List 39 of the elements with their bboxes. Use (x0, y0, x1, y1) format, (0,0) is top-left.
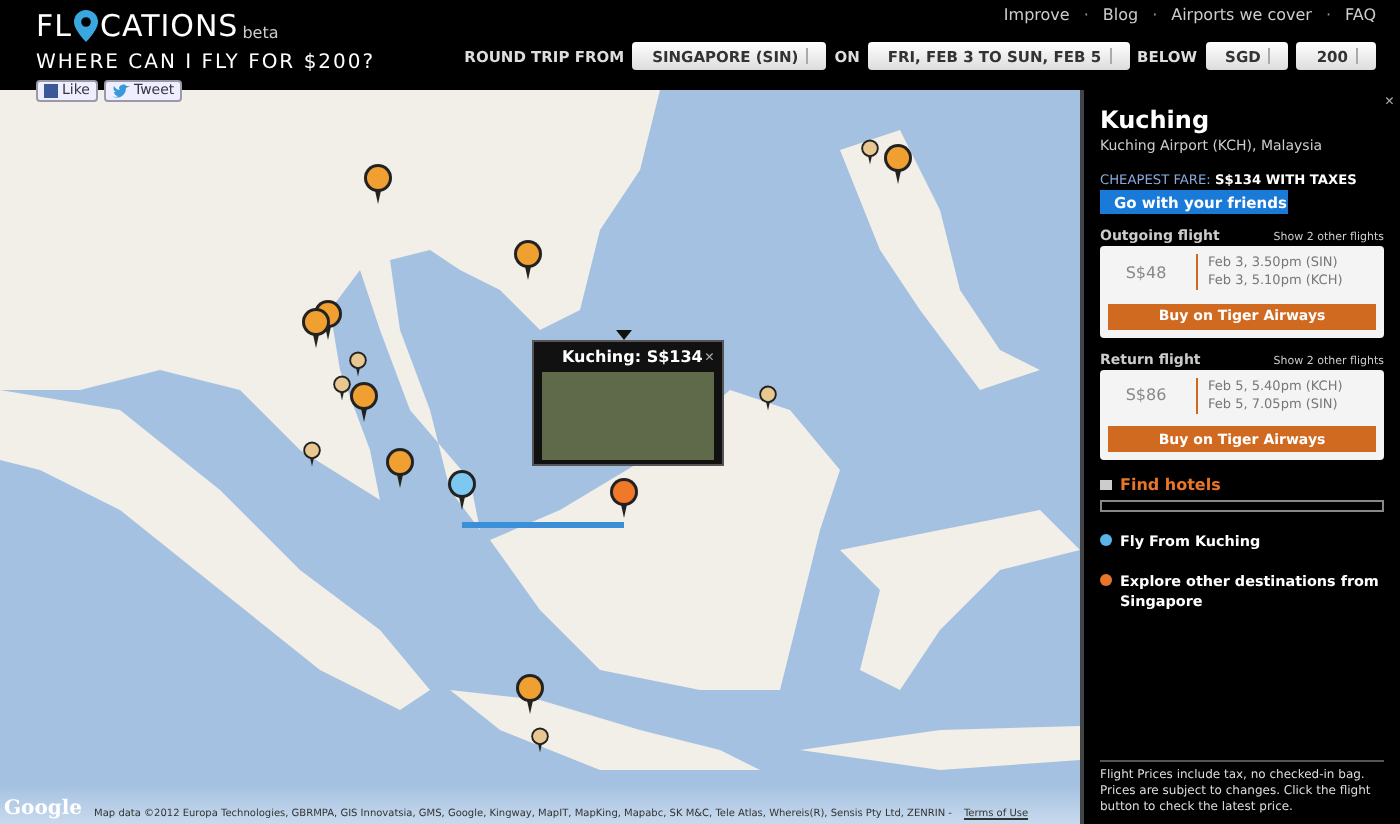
map-pin-icon[interactable] (300, 306, 332, 350)
map-pin-icon[interactable] (758, 384, 778, 412)
map-pin-icon[interactable] (514, 672, 546, 716)
separator-dot: · (1083, 6, 1089, 24)
nav-link[interactable]: FAQ (1345, 6, 1376, 24)
map-pin-icon[interactable] (348, 380, 380, 424)
hotels-link[interactable]: Find hotels (1120, 476, 1221, 494)
map-pin-icon[interactable] (882, 142, 914, 186)
nav-link[interactable]: Blog (1102, 6, 1139, 24)
pin-icon (72, 8, 100, 44)
flight-price: S$48 (1123, 263, 1169, 281)
map-pin-icon[interactable] (608, 476, 640, 520)
separator-dot: · (1325, 6, 1331, 24)
facebook-icon (44, 84, 58, 98)
map-pin-icon[interactable] (512, 238, 544, 282)
map-pin-icon[interactable] (332, 374, 352, 402)
hotel-search-field[interactable] (1100, 500, 1384, 512)
close-button[interactable]: × (1384, 92, 1394, 110)
logo-text: FL (36, 10, 72, 42)
tagline: WHERE CAN I FLY FOR $200? (36, 52, 376, 76)
map-pin-icon[interactable] (446, 468, 478, 512)
map-pin-icon[interactable] (384, 446, 416, 490)
map-pin-icon[interactable] (860, 138, 880, 166)
flight-price: S$86 (1123, 386, 1169, 404)
beta-label: beta (242, 24, 279, 42)
nav-link[interactable]: Improve (1003, 6, 1070, 24)
map-pin-icon[interactable] (530, 726, 550, 754)
close-button[interactable]: × (704, 348, 714, 366)
logo-text: CATIONS (100, 10, 239, 42)
map-pin-icon[interactable] (302, 440, 322, 468)
nav-link[interactable]: Airports we cover (1171, 6, 1312, 24)
hotel-icon (1100, 480, 1112, 490)
map-pin-icon[interactable] (362, 162, 394, 206)
popup-title: Kuching: S$134 (560, 348, 703, 366)
map-logo: Google (4, 798, 83, 820)
city-title: Kuching (1100, 106, 1212, 134)
bird-icon (111, 83, 130, 99)
separator-dot: · (1152, 6, 1158, 24)
map-pin-icon[interactable] (348, 350, 368, 378)
